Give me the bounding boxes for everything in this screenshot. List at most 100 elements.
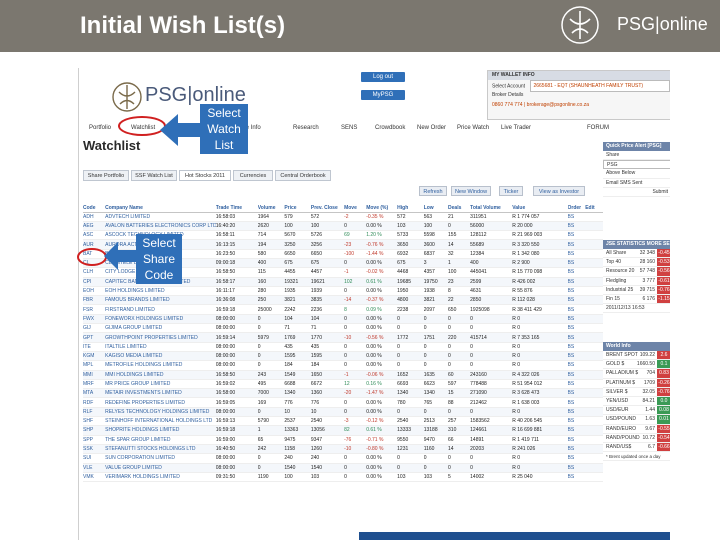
share-code[interactable]: SUI (83, 453, 106, 464)
column-header[interactable]: Trade Time (215, 204, 258, 213)
column-header[interactable]: Prev. Close (310, 204, 345, 213)
nav-research[interactable]: Research (293, 125, 319, 131)
quick-alert-submit[interactable]: Submit (603, 188, 670, 197)
order-link[interactable]: BS (567, 212, 586, 222)
edit-link[interactable] (585, 267, 603, 278)
company-name[interactable]: EOH HOLDINGS LIMITED (105, 286, 216, 297)
company-name[interactable]: STEFANUTTI STOCKS HOLDINGS LTD (105, 444, 216, 455)
edit-link[interactable] (585, 360, 603, 371)
edit-link[interactable] (585, 277, 603, 287)
quick-alert-above-below[interactable]: Above Below (603, 169, 670, 179)
order-link[interactable]: BS (567, 407, 586, 418)
order-link[interactable]: BS (567, 388, 586, 399)
edit-link[interactable] (585, 379, 603, 390)
edit-link[interactable] (585, 444, 603, 455)
column-header[interactable]: Price (284, 204, 311, 213)
edit-link[interactable] (585, 453, 603, 464)
share-code[interactable]: CLH (83, 267, 106, 278)
table-row[interactable]: FBR FAMOUS BRANDS LIMITED 16:36:08 250 3821 3… (83, 295, 603, 306)
edit-link[interactable] (585, 221, 603, 232)
table-row[interactable]: SPP THE SPAR GROUP LIMITED 16:59:00 65 9475 9… (83, 435, 603, 445)
column-header[interactable]: Volume (257, 204, 285, 213)
column-header[interactable]: Move (%) (366, 204, 398, 213)
share-code[interactable]: VMK (83, 472, 106, 483)
order-link[interactable]: BS (567, 425, 586, 436)
company-name[interactable]: SUN CORPORATION LIMITED (105, 453, 216, 464)
edit-link[interactable] (585, 425, 603, 436)
edit-link[interactable] (585, 239, 603, 250)
share-code[interactable]: SHF (83, 416, 106, 427)
edit-link[interactable] (585, 342, 603, 352)
share-code[interactable]: EOH (83, 286, 106, 297)
table-row[interactable]: ADH ADVTECH LIMITED 16:58:03 1964 579 572 -2 -0… (83, 212, 603, 222)
share-code[interactable]: GIJ (83, 323, 106, 334)
new-window-button[interactable]: New Window (451, 186, 491, 196)
tab-central-orderbook[interactable]: Central Orderbook (275, 170, 331, 181)
edit-link[interactable] (585, 435, 603, 445)
share-code[interactable]: MRF (83, 379, 106, 390)
order-link[interactable]: BS (567, 295, 586, 306)
order-link[interactable]: BS (567, 342, 586, 352)
order-link[interactable]: BS (567, 444, 586, 455)
company-name[interactable]: GIJIMA GROUP LIMITED (105, 323, 216, 334)
company-name[interactable]: METROFILE HOLDINGS LIMITED (105, 360, 216, 371)
column-header[interactable]: Move (344, 204, 367, 213)
order-link[interactable]: BS (567, 463, 586, 473)
company-name[interactable]: SHOPRITE HOLDINGS LIMITED (105, 425, 216, 436)
nav-sens[interactable]: SENS (341, 125, 357, 131)
share-code[interactable]: SHP (83, 425, 106, 436)
share-code[interactable]: FWX (83, 314, 106, 325)
edit-link[interactable] (585, 472, 603, 483)
table-row[interactable]: SSK STEFANUTTI STOCKS HOLDINGS LTD 16:40:5… (83, 444, 603, 455)
table-row[interactable]: MRF MR PRICE GROUP LIMITED 16:59:02 495 6688… (83, 379, 603, 390)
edit-link[interactable] (585, 212, 603, 222)
table-row[interactable]: SHP SHOPRITE HOLDINGS LIMITED 16:59:18 1 133… (83, 425, 603, 436)
account-select[interactable]: 2665681 - EQT (SHAUNHEATH FAMILY TRUST) (530, 80, 670, 92)
view-as-investor-button[interactable]: View as Investor (533, 186, 585, 196)
order-link[interactable]: BS (567, 370, 586, 380)
table-row[interactable]: SUI SUN CORPORATION LIMITED 08:00:00 0 240 24… (83, 453, 603, 464)
company-name[interactable]: STEINHOFF INTERNATIONAL HOLDINGS LTD (105, 416, 216, 427)
order-link[interactable]: BS (567, 453, 586, 464)
company-name[interactable]: VERIMARK HOLDINGS LIMITED (105, 472, 216, 483)
share-code[interactable]: MPL (83, 360, 106, 371)
column-header[interactable]: Total Volume (470, 204, 513, 213)
column-header[interactable]: Value (512, 204, 568, 213)
column-header[interactable]: Low (423, 204, 449, 213)
order-link[interactable]: BS (567, 351, 586, 362)
edit-link[interactable] (585, 249, 603, 260)
refresh-button[interactable]: Refresh (419, 186, 447, 196)
nav-portfolio[interactable]: Portfolio (89, 125, 111, 131)
tab-hot-stocks-2011[interactable]: Hot Stocks 2011 (179, 170, 231, 181)
column-header[interactable]: Company Name (105, 204, 216, 213)
order-link[interactable]: BS (567, 249, 586, 260)
logout-button[interactable]: Log out (361, 72, 405, 82)
tab-ssf-watch-list[interactable]: SSF Watch List (131, 170, 177, 181)
edit-link[interactable] (585, 323, 603, 334)
quick-alert-email-sms[interactable]: Email SMS Sent (603, 179, 670, 188)
column-header[interactable]: High (397, 204, 424, 213)
share-code[interactable]: ADH (83, 212, 106, 222)
share-code[interactable]: FSR (83, 304, 106, 315)
edit-link[interactable] (585, 463, 603, 473)
company-name[interactable]: RELYES TECHNOLOGY HOLDINGS LIMITED (105, 407, 216, 418)
edit-link[interactable] (585, 351, 603, 362)
table-row[interactable]: RDF REDEFINE PROPERTIES LIMITED 16:59:05 16… (83, 397, 603, 408)
table-row[interactable]: MTA METAIR INVESTMENTS LIMITED 16:58:00 700… (83, 388, 603, 399)
table-row[interactable]: GPT GROWTHPOINT PROPERTIES LIMITED 16:59:1… (83, 332, 603, 343)
share-code[interactable]: VLE (83, 463, 106, 473)
column-header[interactable]: Code (83, 204, 106, 213)
company-name[interactable]: KAGISO MEDIA LIMITED (105, 351, 216, 362)
company-name[interactable]: GROWTHPOINT PROPERTIES LIMITED (105, 332, 216, 343)
order-link[interactable]: BS (567, 221, 586, 232)
company-name[interactable]: FONEWORX HOLDINGS LIMITED (105, 314, 216, 325)
share-code[interactable]: RLF (83, 407, 106, 418)
order-link[interactable]: BS (567, 379, 586, 390)
edit-link[interactable] (585, 388, 603, 399)
nav-crowdbook[interactable]: Crowdbook (375, 125, 405, 131)
table-row[interactable]: AEG AVALON BATTERIES ELECTRONICS CORP LTD… (83, 221, 603, 232)
order-link[interactable]: BS (567, 239, 586, 250)
edit-link[interactable] (585, 286, 603, 297)
company-name[interactable]: MR PRICE GROUP LIMITED (105, 379, 216, 390)
nav-new-order[interactable]: New Order (417, 125, 446, 131)
